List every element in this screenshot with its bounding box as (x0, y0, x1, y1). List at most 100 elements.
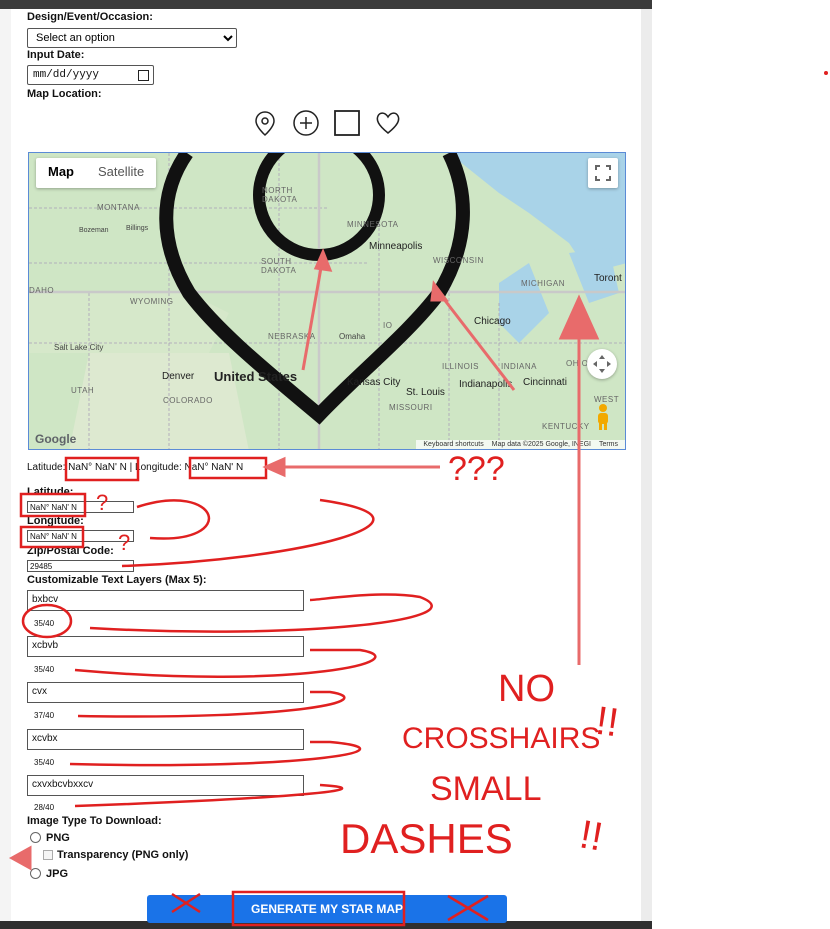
heart-icon[interactable] (374, 109, 402, 137)
label-chicago: Chicago (474, 316, 511, 327)
jpg-label: JPG (46, 868, 69, 880)
text-layer-5-counter: 28/40 (34, 803, 55, 812)
map-background (29, 153, 625, 449)
label-idaho: DAHO (29, 286, 55, 295)
design-label: Design/Event/Occasion: (27, 11, 153, 23)
map-type-control: Map Satellite (36, 158, 157, 188)
fullscreen-icon (595, 165, 611, 181)
move-arrows-icon (593, 355, 611, 373)
google-logo: Google (35, 432, 77, 446)
crosshair-plus-icon[interactable] (292, 109, 320, 137)
longitude-label: Longitude: (27, 515, 84, 527)
text-layer-3-counter: 37/40 (34, 711, 55, 720)
coord-lng-label: Longitude: (135, 462, 185, 473)
zip-input[interactable]: 29485 (27, 560, 134, 572)
coord-lat-label: Latitude: (27, 462, 69, 473)
label-iowa: IO (383, 321, 393, 330)
text-layer-1-input[interactable]: bxbcv (27, 590, 304, 611)
date-label: Input Date: (27, 49, 85, 61)
label-minneapolis: Minneapolis (369, 241, 423, 252)
label-illinois: ILLINOIS (442, 362, 479, 371)
annotation-dashes: DASHES (340, 815, 513, 862)
latitude-input[interactable]: NaN° NaN' N (27, 501, 134, 513)
label-billings: Billings (126, 225, 149, 232)
text-layers-label: Customizable Text Layers (Max 5): (27, 574, 207, 586)
annotation-question-marks: ??? (448, 450, 505, 488)
annotation-dot (824, 71, 828, 75)
generate-star-map-button[interactable]: GENERATE MY STAR MAP (147, 895, 507, 923)
annotation-exclaim-2: !! (576, 812, 606, 860)
label-minnesota: MINNESOTA (347, 220, 399, 229)
label-cincinnati: Cincinnati (523, 377, 567, 388)
calendar-icon[interactable] (138, 70, 149, 81)
annotation-arrow-side (8, 845, 32, 871)
label-st-louis: St. Louis (406, 387, 445, 398)
design-select[interactable]: Select an option (27, 28, 237, 48)
label-denver: Denver (162, 371, 195, 382)
label-montana: MONTANA (97, 203, 140, 212)
coord-separator: | (126, 462, 136, 473)
map-attribution: Keyboard shortcuts Map data ©2025 Google… (416, 440, 625, 449)
text-layer-1-counter: 35/40 (34, 619, 55, 628)
label-south-dakota: SOUTH DAKOTA (261, 257, 297, 275)
label-indianapolis: Indianapolis (459, 379, 513, 390)
date-input[interactable]: mm/dd/yyyy (27, 65, 154, 85)
coordinate-readout: Latitude: NaN° NaN' N | Longitude: NaN° … (27, 462, 243, 473)
coord-lat-value: NaN° NaN' N (68, 462, 127, 473)
zip-label: Zip/Postal Code: (27, 545, 114, 557)
pin-icon[interactable] (251, 109, 279, 137)
label-north-dakota: NORTH DAKOTA (262, 186, 298, 204)
square-icon[interactable] (333, 109, 361, 137)
map-data-text: Map data ©2025 Google, INEGI (491, 441, 591, 448)
png-radio[interactable] (30, 832, 41, 843)
latitude-label: Latitude: (27, 486, 74, 498)
annotation-exclaim-1: !! (593, 698, 622, 746)
map-view[interactable]: NORTH DAKOTA MONTANA Bozeman Billings MI… (28, 152, 626, 450)
browser-top-bar (0, 0, 652, 9)
annotation-arrow-left-head (262, 456, 286, 478)
label-indiana: INDIANA (501, 362, 537, 371)
label-utah: UTAH (71, 386, 95, 395)
left-gutter (0, 9, 11, 921)
text-layer-5-input[interactable]: cxvxbcvbxxcv (27, 775, 304, 796)
label-ohio: OHIO (566, 359, 589, 368)
text-layer-4-input[interactable]: xcvbx (27, 729, 304, 750)
annotation-no: NO (498, 668, 555, 710)
terms-link[interactable]: Terms (599, 441, 618, 448)
transparency-label: Transparency (PNG only) (57, 849, 189, 861)
text-layer-3-input[interactable]: cvx (27, 682, 304, 703)
annotation-scribble-1 (136, 499, 211, 540)
image-type-label: Image Type To Download: (27, 815, 162, 827)
map-type-map[interactable]: Map (36, 158, 86, 188)
label-kentucky: KENTUCKY (542, 422, 590, 431)
annotation-small-q2: ? (118, 530, 131, 555)
text-layer-2-counter: 35/40 (34, 665, 55, 674)
camera-control-button[interactable] (587, 349, 617, 379)
label-colorado: COLORADO (163, 396, 213, 405)
label-united-states: United States (214, 369, 298, 384)
map-type-satellite[interactable]: Satellite (86, 158, 156, 188)
annotation-small: SMALL (430, 770, 542, 808)
map-location-label: Map Location: (27, 88, 102, 100)
date-placeholder: mm/dd/yyyy (33, 69, 100, 81)
jpg-radio[interactable] (30, 868, 41, 879)
label-salt-lake-city: Salt Lake City (54, 343, 104, 352)
annotation-scribble-2 (121, 498, 375, 568)
label-bozeman: Bozeman (79, 227, 109, 234)
coord-lng-value: NaN° NaN' N (184, 462, 244, 473)
annotation-crosshairs: CROSSHAIRS (402, 722, 601, 755)
label-wyoming: WYOMING (130, 297, 174, 306)
pegman-icon[interactable] (594, 403, 612, 431)
label-toronto: Toront (594, 273, 622, 284)
text-layer-2-input[interactable]: xcbvb (27, 636, 304, 657)
png-label: PNG (46, 832, 70, 844)
text-layer-4-counter: 35/40 (34, 758, 55, 767)
label-kansas-city: Kansas City (347, 377, 401, 388)
right-gutter (641, 9, 652, 921)
label-nebraska: NEBRASKA (268, 332, 316, 341)
transparency-checkbox[interactable] (43, 850, 53, 860)
keyboard-shortcuts-link[interactable]: Keyboard shortcuts (423, 441, 483, 448)
fullscreen-button[interactable] (588, 158, 618, 188)
label-michigan: MICHIGAN (521, 279, 565, 288)
label-missouri: MISSOURI (389, 403, 433, 412)
